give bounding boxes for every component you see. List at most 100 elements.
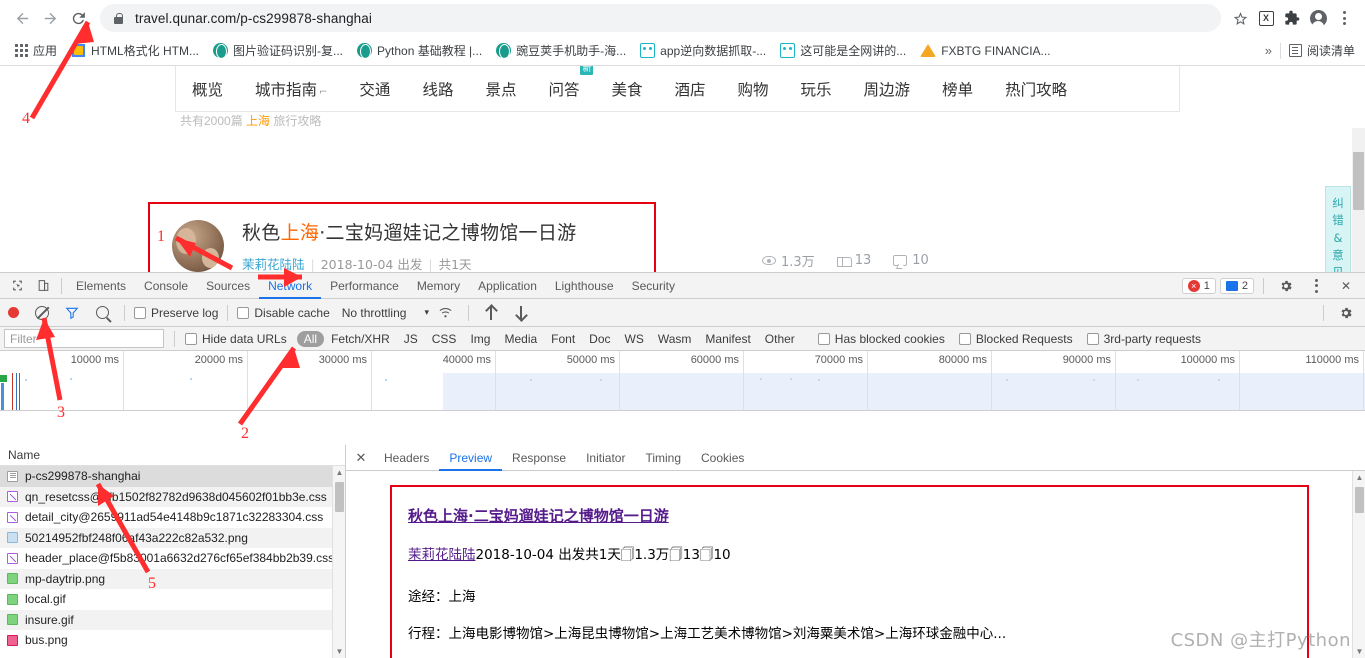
table-row[interactable]: qn_resetcss@5fb1502f82782d9638d045602f01… bbox=[0, 487, 345, 508]
table-row[interactable]: p-cs299878-shanghai bbox=[0, 466, 345, 487]
detail-tab-timing[interactable]: Timing bbox=[635, 445, 691, 471]
tab-memory[interactable]: Memory bbox=[408, 273, 469, 299]
bookmark-item-wandoujia[interactable]: 豌豆荚手机助手-海... bbox=[489, 40, 633, 61]
preview-author-link[interactable]: 茉莉花陆陆 bbox=[408, 547, 476, 563]
disable-cache-checkbox[interactable]: Disable cache bbox=[237, 306, 329, 320]
requests-list[interactable]: p-cs299878-shanghai qn_resetcss@5fb1502f… bbox=[0, 466, 345, 658]
site-nav-item-city-guide[interactable]: 城市指南⌐ bbox=[239, 78, 343, 100]
extensions-puzzle-icon[interactable] bbox=[1279, 5, 1305, 31]
inspect-element-icon[interactable] bbox=[4, 274, 30, 298]
scrollbar-thumb[interactable] bbox=[335, 482, 344, 512]
type-filter-css[interactable]: CSS bbox=[425, 331, 464, 347]
tab-lighthouse[interactable]: Lighthouse bbox=[546, 273, 623, 299]
bookmark-item-tutorial[interactable]: 这可能是全网讲的... bbox=[773, 40, 913, 61]
search-icon[interactable] bbox=[89, 301, 115, 325]
profile-avatar-icon[interactable] bbox=[1305, 5, 1331, 31]
type-filter-doc[interactable]: Doc bbox=[582, 331, 617, 347]
preserve-log-checkbox[interactable]: Preserve log bbox=[134, 306, 218, 320]
device-toolbar-icon[interactable] bbox=[30, 274, 56, 298]
type-filter-other[interactable]: Other bbox=[758, 331, 802, 347]
site-nav-item-food[interactable]: 美食 bbox=[595, 78, 658, 100]
article-card[interactable]: 秋色上海·二宝妈遛娃记之博物馆一日游 茉莉花陆陆|2018-10-04 出发|共… bbox=[148, 202, 656, 274]
clear-icon[interactable] bbox=[35, 306, 49, 320]
hide-data-urls-checkbox[interactable]: Hide data URLs bbox=[185, 332, 287, 346]
tab-application[interactable]: Application bbox=[469, 273, 546, 299]
network-overview-timeline[interactable]: 10000 ms 20000 ms 30000 ms 40000 ms 5000… bbox=[0, 351, 1365, 411]
tab-sources[interactable]: Sources bbox=[197, 273, 259, 299]
network-settings-gear-icon[interactable] bbox=[1333, 301, 1359, 325]
checkbox[interactable] bbox=[185, 333, 197, 345]
detail-tab-response[interactable]: Response bbox=[502, 445, 576, 471]
tab-security[interactable]: Security bbox=[623, 273, 684, 299]
table-row[interactable]: insure.gif bbox=[0, 610, 345, 631]
bookmark-item-captcha[interactable]: 图片验证码识别-复... bbox=[206, 40, 350, 61]
type-filter-ws[interactable]: WS bbox=[618, 331, 651, 347]
close-icon[interactable]: ✕ bbox=[352, 449, 370, 467]
network-conditions-icon[interactable] bbox=[433, 301, 459, 325]
bookmark-item-html[interactable]: HTML格式化 HTM... bbox=[64, 40, 206, 61]
tab-network[interactable]: Network bbox=[259, 273, 321, 299]
kebab-icon[interactable] bbox=[1303, 274, 1329, 298]
site-nav-item-hotel[interactable]: 酒店 bbox=[659, 78, 722, 100]
reload-icon[interactable] bbox=[64, 4, 92, 32]
throttling-select[interactable]: No throttling ▾ bbox=[342, 306, 429, 320]
checkbox[interactable] bbox=[959, 333, 971, 345]
record-icon[interactable] bbox=[8, 307, 19, 318]
import-har-icon[interactable] bbox=[478, 301, 504, 325]
bookmark-item-app-reverse[interactable]: app逆向数据抓取-... bbox=[633, 40, 773, 61]
feedback-side-tab[interactable]: 纠错 & 意见反馈 bbox=[1325, 186, 1351, 274]
type-filter-all[interactable]: All bbox=[297, 331, 324, 347]
scroll-up-icon[interactable]: ▲ bbox=[1353, 471, 1365, 484]
table-row[interactable]: 50214952fbf248f06af43a222c82a532.png bbox=[0, 528, 345, 549]
gear-icon[interactable] bbox=[1273, 274, 1299, 298]
error-count-badge[interactable]: × 1 bbox=[1182, 278, 1216, 294]
table-row[interactable]: bus.png bbox=[0, 630, 345, 651]
page-scrollbar[interactable] bbox=[1352, 128, 1365, 274]
tab-performance[interactable]: Performance bbox=[321, 273, 408, 299]
table-row[interactable]: detail_city@2659911ad54e4148b9c1871c3228… bbox=[0, 507, 345, 528]
filter-input[interactable]: Filter bbox=[4, 329, 164, 348]
detail-tab-preview[interactable]: Preview bbox=[439, 445, 502, 471]
detail-tab-headers[interactable]: Headers bbox=[374, 445, 439, 471]
type-filter-fetch-xhr[interactable]: Fetch/XHR bbox=[324, 331, 397, 347]
has-blocked-cookies-checkbox[interactable]: Has blocked cookies bbox=[818, 332, 945, 346]
close-icon[interactable]: ✕ bbox=[1333, 274, 1359, 298]
checkbox[interactable] bbox=[818, 333, 830, 345]
site-nav-item-around[interactable]: 周边游 bbox=[848, 78, 927, 100]
back-arrow-icon[interactable] bbox=[8, 4, 36, 32]
checkbox[interactable] bbox=[134, 307, 146, 319]
type-filter-media[interactable]: Media bbox=[497, 331, 544, 347]
site-nav-item-attractions[interactable]: 景点 bbox=[469, 78, 532, 100]
chrome-menu-icon[interactable] bbox=[1331, 5, 1357, 31]
scrollbar-thumb[interactable] bbox=[1353, 152, 1364, 210]
type-filter-wasm[interactable]: Wasm bbox=[651, 331, 699, 347]
bookmark-star-icon[interactable] bbox=[1227, 5, 1253, 31]
table-row[interactable]: mp-daytrip.png bbox=[0, 569, 345, 590]
site-nav-item-shopping[interactable]: 购物 bbox=[722, 78, 785, 100]
checkbox[interactable] bbox=[237, 307, 249, 319]
bookmark-item-python[interactable]: Python 基础教程 |... bbox=[350, 40, 489, 61]
type-filter-img[interactable]: Img bbox=[463, 331, 497, 347]
bookmark-item-apps[interactable]: 应用 bbox=[8, 40, 64, 61]
preview-scrollbar[interactable]: ▲ ▼ bbox=[1352, 471, 1365, 658]
preview-title[interactable]: 秋色上海·二宝妈遛娃记之博物馆一日游 bbox=[408, 505, 1291, 526]
article-author[interactable]: 茉莉花陆陆 bbox=[242, 257, 305, 272]
site-nav-item-transport[interactable]: 交通 bbox=[343, 78, 406, 100]
blocked-requests-checkbox[interactable]: Blocked Requests bbox=[959, 332, 1073, 346]
tab-elements[interactable]: Elements bbox=[67, 273, 135, 299]
article-title[interactable]: 秋色上海·二宝妈遛娃记之博物馆一日游 bbox=[242, 218, 576, 245]
scroll-down-icon[interactable]: ▼ bbox=[333, 645, 346, 658]
type-filter-manifest[interactable]: Manifest bbox=[698, 331, 757, 347]
type-filter-js[interactable]: JS bbox=[397, 331, 425, 347]
scroll-up-icon[interactable]: ▲ bbox=[333, 466, 346, 479]
site-nav-item-overview[interactable]: 概览 bbox=[176, 78, 239, 100]
site-nav-item-popular[interactable]: 热门攻略 bbox=[989, 78, 1083, 100]
scroll-down-icon[interactable]: ▼ bbox=[1353, 645, 1365, 658]
message-count-badge[interactable]: 2 bbox=[1220, 278, 1254, 294]
detail-tab-initiator[interactable]: Initiator bbox=[576, 445, 635, 471]
type-filter-font[interactable]: Font bbox=[544, 331, 582, 347]
funnel-icon[interactable] bbox=[59, 301, 85, 325]
requests-column-header[interactable]: Name bbox=[0, 445, 345, 466]
site-nav-item-qa[interactable]: 问答新 bbox=[532, 78, 595, 100]
bookmark-item-fxbtg[interactable]: FXBTG FINANCIA... bbox=[913, 42, 1057, 60]
